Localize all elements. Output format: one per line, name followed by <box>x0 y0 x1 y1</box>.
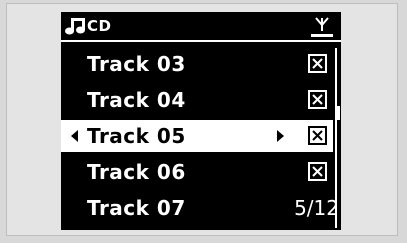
checkbox-checked-icon[interactable] <box>308 126 327 145</box>
track-row[interactable]: Track 06 <box>61 156 333 188</box>
track-label: Track 03 <box>87 52 186 76</box>
track-row[interactable]: Track 04 <box>61 84 333 116</box>
checkbox-checked-icon[interactable] <box>308 54 327 73</box>
track-label: Track 07 <box>87 196 186 220</box>
checkbox-checked-icon[interactable] <box>308 90 327 109</box>
source-label: CD <box>87 17 112 35</box>
track-label: Track 06 <box>87 160 186 184</box>
arrow-left-icon <box>71 130 78 142</box>
arrow-right-icon <box>277 130 284 142</box>
lcd-screen: CD Track 03 Track 04 Track 05 Track 06 T… <box>61 12 341 230</box>
track-row[interactable]: Track 07 5/12 <box>61 192 339 224</box>
track-row[interactable]: Track 03 <box>61 48 333 80</box>
music-note-icon <box>65 18 85 35</box>
page-indicator: 5/12 <box>294 196 339 220</box>
track-row-selected[interactable]: Track 05 <box>61 120 333 152</box>
status-header: CD <box>61 12 341 42</box>
scrollbar-track[interactable] <box>335 48 337 228</box>
track-label: Track 04 <box>87 88 186 112</box>
track-label: Track 05 <box>87 124 186 148</box>
antenna-signal-icon <box>311 17 333 37</box>
checkbox-checked-icon[interactable] <box>308 162 327 181</box>
scrollbar-thumb[interactable] <box>337 106 340 120</box>
